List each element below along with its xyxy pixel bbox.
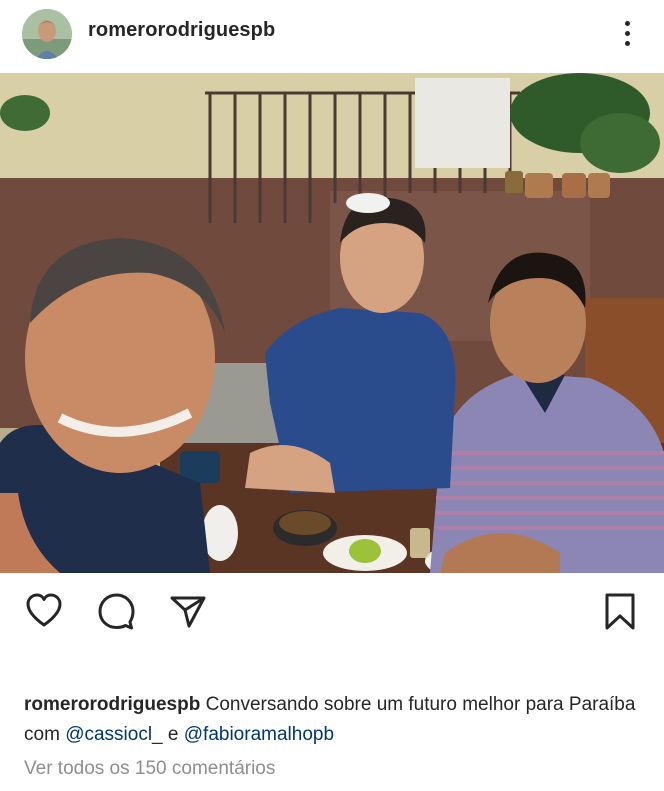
send-icon	[170, 596, 206, 628]
comment-icon	[98, 593, 135, 630]
post-header: romerorodriguespb	[0, 0, 664, 72]
post-photo[interactable]	[0, 73, 664, 573]
caption-username[interactable]: romerorodriguespb	[24, 694, 200, 715]
photo-illustration	[0, 73, 664, 573]
bookmark-icon	[605, 593, 635, 630]
post-caption: romerorodriguespb Conversando sobre um f…	[24, 690, 644, 750]
more-options-button[interactable]	[614, 16, 640, 50]
like-button[interactable]	[24, 591, 64, 631]
post-action-bar	[0, 585, 664, 635]
avatar[interactable]	[22, 9, 72, 59]
heart-icon	[26, 593, 62, 627]
more-dot	[624, 30, 630, 36]
save-button[interactable]	[600, 591, 640, 631]
comment-button[interactable]	[96, 591, 136, 631]
mention-link[interactable]: @fabioramalhopb	[184, 724, 334, 745]
more-vertical-icon	[624, 20, 630, 26]
mention-link[interactable]: @cassiocl_	[65, 724, 162, 745]
more-dot	[624, 40, 630, 46]
caption-conjunction: e	[167, 724, 179, 745]
view-comments-link[interactable]: Ver todos os 150 comentários	[24, 758, 275, 780]
avatar-image	[22, 9, 72, 59]
share-button[interactable]	[168, 591, 208, 631]
post-username[interactable]: romerorodriguespb	[88, 19, 275, 42]
